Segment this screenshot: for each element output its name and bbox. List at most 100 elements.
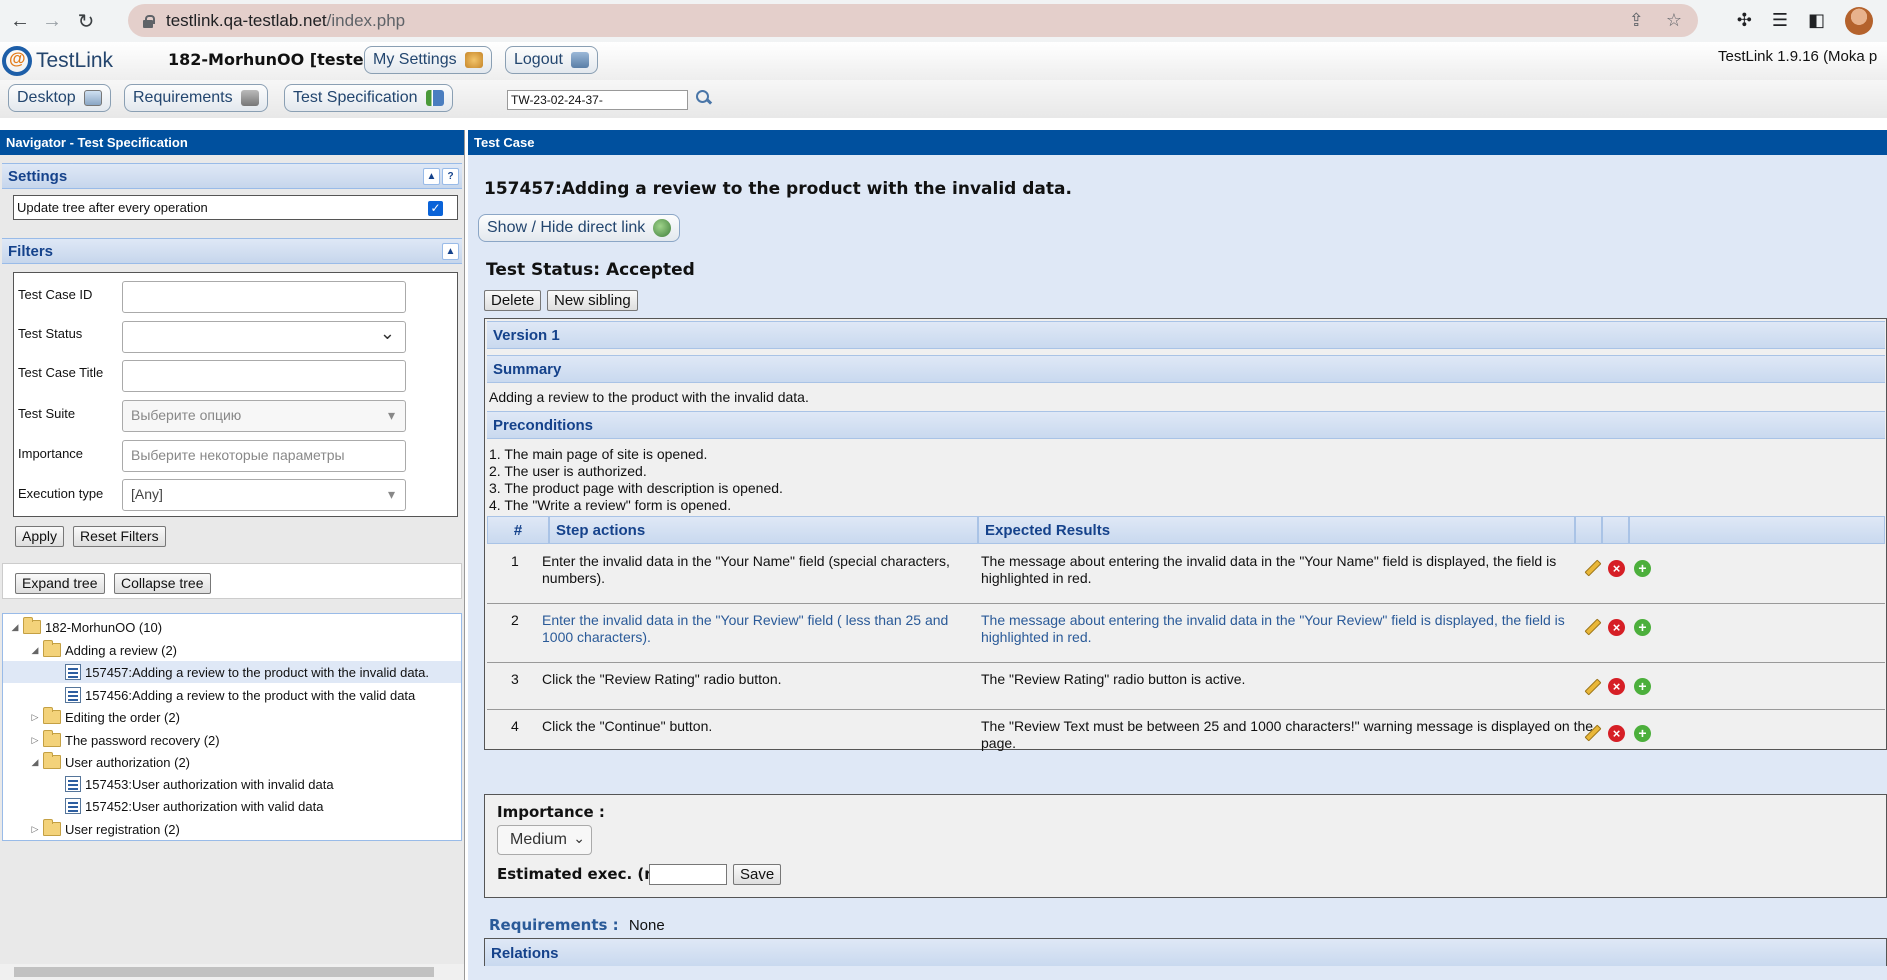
- execution-type-value: [Any]: [131, 486, 163, 502]
- apply-button[interactable]: Apply: [15, 526, 65, 547]
- relations-header: Relations: [484, 938, 1887, 966]
- requirements-value: None: [628, 917, 665, 934]
- tree-node-folder[interactable]: ▷ User registration (2): [3, 818, 461, 840]
- test-case-title-input[interactable]: [122, 360, 406, 392]
- importance-multiselect[interactable]: Выберите некоторые параметры: [122, 440, 406, 472]
- reload-icon[interactable]: ↻: [68, 3, 104, 39]
- extensions-icon[interactable]: ✣: [1737, 10, 1752, 31]
- summary-text: Adding a review to the product with the …: [489, 389, 809, 405]
- delete-step-icon[interactable]: ×: [1608, 725, 1625, 742]
- settings-section-header[interactable]: Settings ▲ ?: [2, 163, 462, 189]
- my-settings-button[interactable]: My Settings: [364, 46, 492, 74]
- new-sibling-button[interactable]: New sibling: [547, 290, 638, 311]
- tree-node-folder[interactable]: ▷ The password recovery (2): [3, 729, 461, 751]
- test-case-id-input[interactable]: [122, 281, 406, 313]
- execution-type-select[interactable]: [Any]: [122, 479, 406, 511]
- expanded-arrow-icon[interactable]: ◢: [7, 622, 23, 633]
- delete-step-icon[interactable]: ×: [1608, 678, 1625, 695]
- test-case-icon: [65, 776, 81, 792]
- delete-step-icon[interactable]: ×: [1608, 560, 1625, 577]
- requirements-button[interactable]: Requirements: [124, 84, 268, 112]
- testlink-header: TestLink 182-MorhunOO [tester] My Settin…: [0, 42, 1887, 80]
- help-icon[interactable]: ?: [442, 168, 459, 185]
- add-step-icon[interactable]: +: [1634, 619, 1651, 636]
- collapsed-arrow-icon[interactable]: ▷: [27, 712, 43, 723]
- lock-icon: [142, 14, 155, 28]
- back-icon[interactable]: ←: [2, 3, 38, 39]
- show-hide-direct-link-button[interactable]: Show / Hide direct link: [478, 214, 681, 242]
- expand-tree-button[interactable]: Expand tree: [15, 573, 105, 594]
- collapse-tree-button[interactable]: Collapse tree: [114, 573, 211, 594]
- test-case-title-label: Test Case Title: [18, 365, 104, 380]
- side-panel-icon[interactable]: ◧: [1808, 10, 1825, 31]
- expanded-arrow-icon[interactable]: ◢: [27, 757, 43, 768]
- tree-node-test-case[interactable]: 157453:User authorization with invalid d…: [3, 773, 461, 795]
- logo-text: TestLink: [36, 49, 114, 72]
- precondition-item: 3. The product page with description is …: [489, 480, 783, 496]
- testlink-logo[interactable]: TestLink: [2, 46, 113, 76]
- edit-column-header: [1575, 516, 1602, 544]
- add-step-icon[interactable]: +: [1634, 560, 1651, 577]
- estimated-exec-input[interactable]: [649, 864, 727, 885]
- expanded-arrow-icon[interactable]: ◢: [27, 645, 43, 656]
- step-expected-result: The message about entering the invalid d…: [981, 553, 1557, 586]
- collapsed-arrow-icon[interactable]: ▷: [27, 824, 43, 835]
- delete-step-icon[interactable]: ×: [1608, 619, 1625, 636]
- collapsed-arrow-icon[interactable]: ▷: [27, 735, 43, 746]
- collapse-up-icon[interactable]: ▲: [442, 243, 459, 260]
- share-icon[interactable]: ⇪: [1629, 10, 1644, 31]
- test-status-select[interactable]: [122, 321, 406, 353]
- update-tree-checkbox[interactable]: ✓: [428, 201, 443, 216]
- edit-pencil-icon[interactable]: [1584, 618, 1602, 636]
- folder-icon: [43, 819, 61, 836]
- importance-panel: Importance : Medium ⌄ Estimated exec. (mi…: [484, 794, 1887, 898]
- logout-icon: [570, 52, 589, 68]
- search-icon[interactable]: [696, 90, 712, 106]
- test-case-details: Version 1 Summary Adding a review to the…: [484, 318, 1887, 751]
- add-step-icon[interactable]: +: [1634, 678, 1651, 695]
- navigator-horizontal-scrollbar[interactable]: [0, 964, 464, 980]
- tree-node-label: User registration (2): [65, 821, 180, 837]
- tree-node-folder[interactable]: ◢ Adding a review (2): [3, 639, 461, 661]
- bookmark-star-icon[interactable]: ☆: [1666, 10, 1682, 31]
- edit-pencil-icon[interactable]: [1584, 559, 1602, 577]
- filters-section-header[interactable]: Filters ▲: [2, 238, 462, 264]
- add-step-icon[interactable]: +: [1634, 725, 1651, 742]
- forward-icon[interactable]: →: [34, 3, 70, 39]
- step-action: Enter the invalid data in the "Your Name…: [542, 553, 950, 586]
- reset-filters-button[interactable]: Reset Filters: [73, 526, 166, 547]
- current-user: 182-MorhunOO [tester]: [168, 50, 379, 69]
- filters-header-label: Filters: [8, 243, 54, 260]
- profile-avatar[interactable]: [1845, 6, 1873, 35]
- tree-node-test-case[interactable]: 157452:User authorization with valid dat…: [3, 795, 461, 817]
- delete-button[interactable]: Delete: [484, 290, 542, 311]
- user-settings-icon: [464, 52, 483, 68]
- step-action: Enter the invalid data in the "Your Revi…: [542, 612, 949, 645]
- test-case-icon: [65, 687, 81, 703]
- tree-node-folder[interactable]: ▷ Editing the order (2): [3, 706, 461, 728]
- tree-node-test-case[interactable]: 157456:Adding a review to the product wi…: [3, 684, 461, 706]
- tree-node-folder[interactable]: ◢ User authorization (2): [3, 751, 461, 773]
- test-suite-placeholder: Выберите опцию: [131, 407, 242, 423]
- test-spec-tree: ◢ 182-MorhunOO (10) ◢ Adding a review (2) …: [2, 613, 462, 841]
- importance-select[interactable]: Medium ⌄: [497, 825, 592, 855]
- importance-value: Medium: [510, 831, 567, 848]
- globe-icon: [653, 219, 672, 237]
- tree-node-test-case[interactable]: 157457:Adding a review to the product wi…: [3, 661, 461, 683]
- tree-node-root[interactable]: ◢ 182-MorhunOO (10): [3, 616, 461, 638]
- address-bar[interactable]: testlink.qa-testlab.net/index.php ⇪ ☆: [128, 4, 1698, 37]
- logout-button[interactable]: Logout: [505, 46, 598, 74]
- step-number: 4: [511, 718, 519, 734]
- test-specification-button[interactable]: Test Specification: [284, 84, 453, 112]
- test-suite-select[interactable]: Выберите опцию: [122, 400, 406, 432]
- test-case-search-input[interactable]: TW-23-02-24-37-: [507, 90, 688, 110]
- scrollbar-thumb[interactable]: [14, 967, 434, 977]
- tree-node-label: User authorization (2): [65, 754, 190, 770]
- collapse-up-icon[interactable]: ▲: [423, 168, 440, 185]
- edit-pencil-icon[interactable]: [1584, 678, 1602, 696]
- reading-list-icon[interactable]: ☰: [1772, 10, 1788, 31]
- save-button[interactable]: Save: [733, 864, 782, 885]
- importance-label: Importance :: [497, 803, 605, 821]
- requirements-row: Requirements : None: [489, 916, 665, 934]
- desktop-button[interactable]: Desktop: [8, 84, 111, 112]
